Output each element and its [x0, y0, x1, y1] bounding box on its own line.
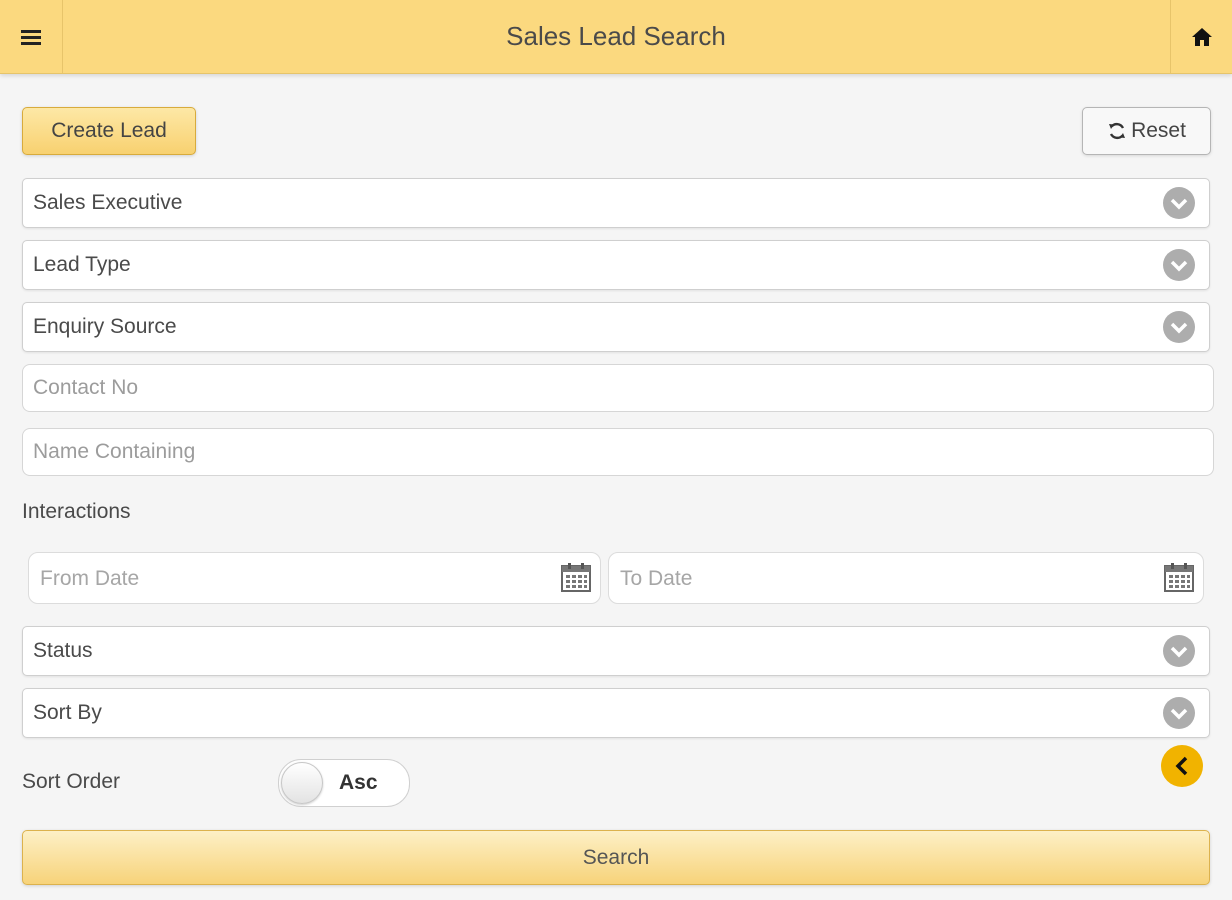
calendar-icon[interactable]: [560, 561, 592, 593]
sort-order-value: Asc: [339, 771, 378, 794]
calendar-icon[interactable]: [1163, 561, 1195, 593]
chevron-down-icon: [1163, 635, 1195, 667]
sales-executive-select[interactable]: Sales Executive: [22, 178, 1210, 228]
chevron-down-icon: [1163, 697, 1195, 729]
status-label: Status: [33, 639, 93, 662]
to-date-input[interactable]: [618, 553, 1122, 605]
search-button-label: Search: [582, 845, 650, 869]
from-date-input[interactable]: [38, 553, 542, 605]
reset-button[interactable]: Reset: [1082, 107, 1211, 155]
sort-order-label: Sort Order: [22, 770, 121, 793]
sort-by-select[interactable]: Sort By: [22, 688, 1210, 738]
app-header: Sales Lead Search: [0, 0, 1232, 74]
collapse-panel-button[interactable]: [1161, 745, 1203, 787]
chevron-left-icon: [1175, 756, 1188, 776]
home-button[interactable]: [1170, 0, 1232, 73]
reset-label: Reset: [1131, 119, 1186, 142]
chevron-down-icon: [1163, 311, 1195, 343]
name-containing-input[interactable]: [22, 428, 1214, 476]
create-lead-label: Create Lead: [51, 119, 167, 142]
chevron-down-icon: [1163, 187, 1195, 219]
chevron-down-icon: [1163, 249, 1195, 281]
contact-no-input[interactable]: [22, 364, 1214, 412]
sort-order-toggle[interactable]: Asc: [278, 759, 410, 807]
lead-type-label: Lead Type: [33, 253, 131, 276]
sort-by-label: Sort By: [33, 701, 102, 724]
sales-executive-label: Sales Executive: [33, 191, 183, 214]
refresh-icon: [1109, 122, 1126, 140]
toggle-knob[interactable]: [281, 762, 323, 804]
from-date-field[interactable]: [28, 552, 601, 605]
enquiry-source-label: Enquiry Source: [33, 315, 177, 338]
create-lead-button[interactable]: Create Lead: [22, 107, 196, 155]
home-icon: [1191, 27, 1212, 46]
menu-button[interactable]: [0, 0, 63, 73]
hamburger-menu-icon: [21, 29, 41, 45]
status-select[interactable]: Status: [22, 626, 1210, 676]
lead-type-select[interactable]: Lead Type: [22, 240, 1210, 290]
to-date-field[interactable]: [608, 552, 1204, 605]
search-button[interactable]: Search: [22, 830, 1210, 885]
interactions-label: Interactions: [22, 500, 131, 523]
enquiry-source-select[interactable]: Enquiry Source: [22, 302, 1210, 352]
page-title: Sales Lead Search: [506, 21, 726, 51]
